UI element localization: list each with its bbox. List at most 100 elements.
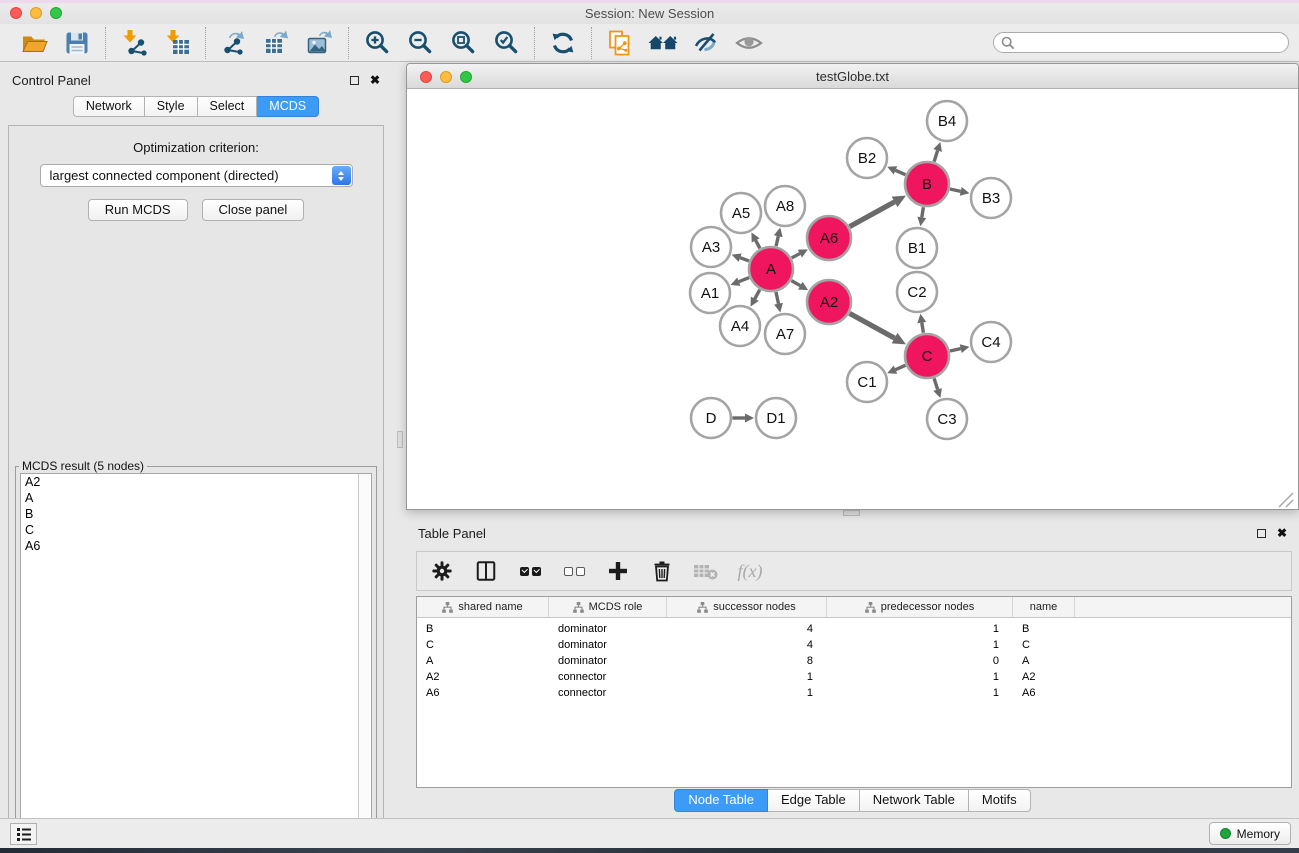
first-neighbors-button[interactable] <box>648 28 678 58</box>
function-builder-button-disabled[interactable]: f(x) <box>733 555 767 587</box>
graph-edge-B-B2[interactable] <box>887 166 905 174</box>
graph-edge-C-C2[interactable] <box>917 314 926 333</box>
column-header-successor-nodes[interactable]: successor nodes <box>667 597 827 617</box>
create-column-button[interactable] <box>601 555 635 587</box>
graph-edge-A2-C[interactable] <box>850 313 906 344</box>
memory-button[interactable]: Memory <box>1209 822 1291 845</box>
control-tab-network[interactable]: Network <box>73 96 145 117</box>
graph-edge-A-A8[interactable] <box>774 227 783 246</box>
graph-node-A5[interactable]: A5 <box>721 193 761 233</box>
graph-edge-C-C4[interactable] <box>950 344 970 353</box>
table-row[interactable]: A2connector11A2 <box>417 669 1291 685</box>
graph-edge-A-A1[interactable] <box>730 277 749 285</box>
graph-edge-B-B1[interactable] <box>917 207 926 226</box>
column-header-shared-name[interactable]: shared name <box>417 597 549 617</box>
mcds-result-item[interactable]: B <box>21 506 371 522</box>
deselect-all-rows-button[interactable] <box>557 555 591 587</box>
show-columns-button[interactable] <box>469 555 503 587</box>
mcds-result-item[interactable]: C <box>21 522 371 538</box>
delete-table-button-disabled[interactable] <box>689 555 723 587</box>
graph-edge-A6-B[interactable] <box>850 196 906 227</box>
delete-column-button[interactable] <box>645 555 679 587</box>
export-table-button[interactable] <box>262 28 292 58</box>
float-panel-button[interactable] <box>350 76 359 85</box>
table-row[interactable]: Cdominator41C <box>417 637 1291 653</box>
close-network-window-button[interactable] <box>420 71 432 83</box>
show-birds-eye-view-button[interactable] <box>734 28 764 58</box>
graph-edge-A-A6[interactable] <box>792 249 808 258</box>
result-list-scrollbar[interactable] <box>358 474 371 853</box>
table-tab-motifs[interactable]: Motifs <box>969 789 1031 812</box>
close-table-panel-button[interactable]: ✖ <box>1277 528 1287 538</box>
graph-edge-A-A5[interactable] <box>751 232 760 248</box>
graph-node-C1[interactable]: C1 <box>847 362 887 402</box>
graph-edge-D-D1[interactable] <box>733 414 755 423</box>
graph-node-B[interactable]: B <box>905 162 949 206</box>
column-header-predecessor-nodes[interactable]: predecessor nodes <box>827 597 1013 617</box>
control-tab-select[interactable]: Select <box>198 96 258 117</box>
import-network-button[interactable] <box>119 28 149 58</box>
graph-node-C2[interactable]: C2 <box>897 272 937 312</box>
graph-node-A[interactable]: A <box>749 247 793 291</box>
zoom-window-button[interactable] <box>50 7 62 19</box>
graph-edge-A-A4[interactable] <box>751 290 760 307</box>
search-input[interactable] <box>993 32 1289 53</box>
graph-edge-B-B3[interactable] <box>950 187 970 196</box>
refresh-view-button[interactable] <box>548 28 578 58</box>
table-tab-network-table[interactable]: Network Table <box>860 789 969 812</box>
save-session-button[interactable] <box>62 28 92 58</box>
export-image-button[interactable] <box>305 28 335 58</box>
graph-node-A7[interactable]: A7 <box>765 314 805 354</box>
graph-edge-A-A2[interactable] <box>791 281 808 291</box>
minimize-network-window-button[interactable] <box>440 71 452 83</box>
graph-node-D1[interactable]: D1 <box>756 398 796 438</box>
float-table-panel-button[interactable] <box>1257 529 1266 538</box>
graph-node-D[interactable]: D <box>691 398 731 438</box>
zoom-in-button[interactable] <box>362 28 392 58</box>
control-tab-mcds[interactable]: MCDS <box>257 96 319 117</box>
network-canvas[interactable]: ABCA2A6A1A3A4A5A7A8B1B2B3B4C1C2C3C4DD1 <box>407 90 1298 510</box>
resize-grip-icon[interactable] <box>1279 493 1293 507</box>
table-row[interactable]: Adominator80A <box>417 653 1291 669</box>
column-header-mcds-role[interactable]: MCDS role <box>549 597 667 617</box>
zoom-fit-button[interactable] <box>448 28 478 58</box>
table-row[interactable]: A6connector11A6 <box>417 685 1291 701</box>
vertical-splitter-grip[interactable] <box>397 431 403 448</box>
table-row[interactable]: Bdominator41B <box>417 621 1291 637</box>
table-tab-edge-table[interactable]: Edge Table <box>768 789 860 812</box>
network-from-selection-button[interactable] <box>605 28 635 58</box>
graph-edge-C-C1[interactable] <box>887 365 905 373</box>
graph-node-B4[interactable]: B4 <box>927 101 967 141</box>
graph-node-B3[interactable]: B3 <box>971 178 1011 218</box>
graph-node-C3[interactable]: C3 <box>927 399 967 439</box>
close-mcds-panel-button[interactable]: Close panel <box>202 199 305 221</box>
graph-edge-A-A3[interactable] <box>732 253 749 261</box>
graph-edge-C-C3[interactable] <box>933 378 942 398</box>
table-settings-button[interactable] <box>425 555 459 587</box>
graph-node-A2[interactable]: A2 <box>807 280 851 324</box>
minimize-window-button[interactable] <box>30 7 42 19</box>
graph-node-C[interactable]: C <box>905 334 949 378</box>
graph-edge-A-A7[interactable] <box>774 292 783 313</box>
mcds-result-item[interactable]: A6 <box>21 538 371 554</box>
mcds-result-item[interactable]: A <box>21 490 371 506</box>
show-task-history-button[interactable] <box>10 823 37 845</box>
graph-edge-B-B4[interactable] <box>933 142 942 162</box>
graph-node-B2[interactable]: B2 <box>847 138 887 178</box>
zoom-out-button[interactable] <box>405 28 435 58</box>
graph-node-A4[interactable]: A4 <box>720 306 760 346</box>
select-all-rows-button[interactable] <box>513 555 547 587</box>
graph-node-A8[interactable]: A8 <box>765 186 805 226</box>
graph-node-A3[interactable]: A3 <box>691 227 731 267</box>
open-session-button[interactable] <box>19 28 49 58</box>
export-network-button[interactable] <box>219 28 249 58</box>
zoom-selected-button[interactable] <box>491 28 521 58</box>
graph-node-A6[interactable]: A6 <box>807 216 851 260</box>
horizontal-splitter-grip[interactable] <box>843 510 860 516</box>
control-tab-style[interactable]: Style <box>145 96 198 117</box>
hide-graphics-details-button[interactable] <box>691 28 721 58</box>
graph-node-B1[interactable]: B1 <box>897 228 937 268</box>
mcds-result-item[interactable]: A2 <box>21 474 371 490</box>
zoom-network-window-button[interactable] <box>460 71 472 83</box>
import-table-button[interactable] <box>162 28 192 58</box>
